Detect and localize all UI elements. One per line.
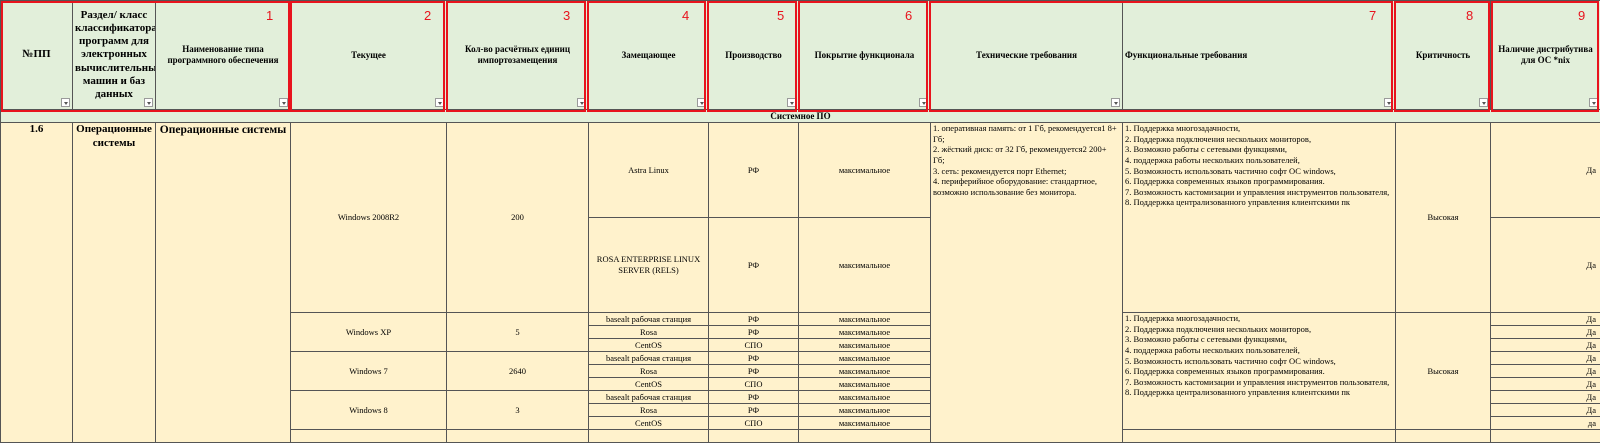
cell-section[interactable]: Операционные системы (72, 122, 156, 443)
filter-dropdown-icon[interactable] (279, 98, 288, 107)
cell-distro[interactable]: Да (1490, 364, 1600, 378)
cell-coverage[interactable]: максимальное (798, 325, 931, 339)
filter-dropdown-icon[interactable] (1589, 98, 1598, 107)
filter-dropdown-icon[interactable] (577, 98, 586, 107)
header-row: №ПП Раздел/ класс классификатора програм… (0, 0, 1600, 110)
cell-replacement[interactable]: CentOS (588, 416, 709, 430)
cell-replacement[interactable]: basealt рабочая станция (588, 351, 709, 365)
filter-dropdown-icon[interactable] (919, 98, 928, 107)
cell-units[interactable]: 200 (446, 122, 589, 313)
cell-current[interactable]: Windows 8 (290, 390, 447, 430)
cell-coverage[interactable]: максимальное (798, 377, 931, 391)
cell-production[interactable]: РФ (708, 122, 799, 218)
cell-replacement[interactable]: basealt рабочая станция (588, 312, 709, 326)
spreadsheet: №ПП Раздел/ класс классификатора програм… (0, 0, 1600, 445)
requirements-table: №ПП Раздел/ класс классификатора програм… (0, 0, 1600, 443)
annotation-number-4: 4 (682, 8, 690, 23)
annotation-number-5: 5 (777, 8, 785, 23)
cell-current[interactable]: Windows 2008R2 (290, 122, 447, 313)
filter-dropdown-icon[interactable] (697, 98, 706, 107)
header-replacement[interactable]: Замещающее (588, 0, 709, 110)
cell-production[interactable]: СПО (708, 377, 799, 391)
cell-coverage[interactable]: максимальное (798, 122, 931, 218)
cell-replacement[interactable]: ROSA ENTERPRISE LINUX SERVER (RELS) (588, 217, 709, 313)
cell-coverage[interactable]: максимальное (798, 338, 931, 352)
section-row: Системное ПО (0, 109, 1600, 123)
cell-distro[interactable]: Да (1490, 217, 1600, 313)
cell-units[interactable]: 2640 (446, 351, 589, 391)
cell-replacement[interactable]: Astra Linux (588, 122, 709, 218)
cell-criticality[interactable]: Высокая (1395, 122, 1491, 313)
filter-dropdown-icon[interactable] (61, 98, 70, 107)
cell-func-req[interactable]: 1. Поддержка многозадачности, 2. Поддерж… (1122, 122, 1396, 313)
cell-units[interactable]: 3 (446, 390, 589, 430)
cell-production[interactable]: РФ (708, 364, 799, 378)
cell-replacement[interactable]: CentOS (588, 377, 709, 391)
annotation-number-3: 3 (563, 8, 571, 23)
cell-coverage[interactable]: максимальное (798, 364, 931, 378)
annotation-number-7: 7 (1369, 8, 1377, 23)
cell-replacement[interactable]: Rosa (588, 325, 709, 339)
cell-type-name[interactable]: Операционные системы (155, 122, 291, 443)
annotation-number-1: 1 (266, 8, 274, 23)
cell-coverage[interactable]: максимальное (798, 416, 931, 430)
annotation-number-6: 6 (905, 8, 913, 23)
cell-coverage[interactable]: максимальное (798, 403, 931, 417)
filter-dropdown-icon[interactable] (1384, 98, 1393, 107)
cell-production[interactable]: РФ (708, 325, 799, 339)
cell-production[interactable]: СПО (708, 338, 799, 352)
cell-current[interactable]: Windows XP (290, 312, 447, 352)
cell-distro[interactable]: Да (1490, 403, 1600, 417)
filter-dropdown-icon[interactable] (435, 98, 444, 107)
header-section[interactable]: Раздел/ класс классификатора программ дл… (72, 0, 156, 110)
annotation-number-2: 2 (424, 8, 432, 23)
cell-coverage[interactable]: максимальное (798, 217, 931, 313)
cell-coverage[interactable]: максимальное (798, 351, 931, 365)
cell-distro[interactable]: Да (1490, 325, 1600, 339)
section-title[interactable]: Системное ПО (0, 109, 1600, 123)
header-criticality[interactable]: Критичность (1395, 0, 1491, 110)
annotation-number-8: 8 (1466, 8, 1474, 23)
cell-replacement[interactable]: basealt рабочая станция (588, 390, 709, 404)
cell-distro[interactable]: Да (1490, 390, 1600, 404)
cell-production[interactable]: РФ (708, 312, 799, 326)
cell-criticality[interactable]: Высокая (1395, 312, 1491, 430)
header-tech-req[interactable]: Технические требования (930, 0, 1123, 110)
cell-production[interactable]: РФ (708, 390, 799, 404)
filter-dropdown-icon[interactable] (144, 98, 153, 107)
cell-tech-req[interactable]: 1. оперативная память: от 1 Гб, рекоменд… (930, 122, 1123, 443)
cell-distro[interactable]: Да (1490, 351, 1600, 365)
cell-production[interactable]: РФ (708, 351, 799, 365)
filter-dropdown-icon[interactable] (787, 98, 796, 107)
cell-distro[interactable]: Да (1490, 377, 1600, 391)
cell-distro[interactable]: Да (1490, 312, 1600, 326)
cell-npp[interactable]: 1.6 (0, 122, 73, 443)
cell-distro[interactable]: Да (1490, 122, 1600, 218)
filter-dropdown-icon[interactable] (1479, 98, 1488, 107)
cell-coverage[interactable]: максимальное (798, 390, 931, 404)
cell-distro[interactable]: да (1490, 416, 1600, 430)
cell-units[interactable]: 5 (446, 312, 589, 352)
header-npp[interactable]: №ПП (0, 0, 73, 110)
cell-production[interactable]: РФ (708, 403, 799, 417)
cell-func-req[interactable]: 1. Поддержка многозадачности, 2. Поддерж… (1122, 312, 1396, 430)
cell-distro[interactable]: Да (1490, 338, 1600, 352)
cell-replacement[interactable]: CentOS (588, 338, 709, 352)
annotation-number-9: 9 (1578, 8, 1586, 23)
cell-current[interactable]: Windows 7 (290, 351, 447, 391)
table-row: 1.6 Операционные системы Операционные си… (0, 122, 1600, 443)
filter-dropdown-icon[interactable] (1111, 98, 1120, 107)
cell-replacement[interactable]: Rosa (588, 403, 709, 417)
header-func-req[interactable]: Функциональные требования (1122, 0, 1396, 110)
cell-coverage[interactable]: максимальное (798, 312, 931, 326)
cell-production[interactable]: РФ (708, 217, 799, 313)
cell-production[interactable]: СПО (708, 416, 799, 430)
cell-replacement[interactable]: Rosa (588, 364, 709, 378)
header-production[interactable]: Производство (708, 0, 799, 110)
